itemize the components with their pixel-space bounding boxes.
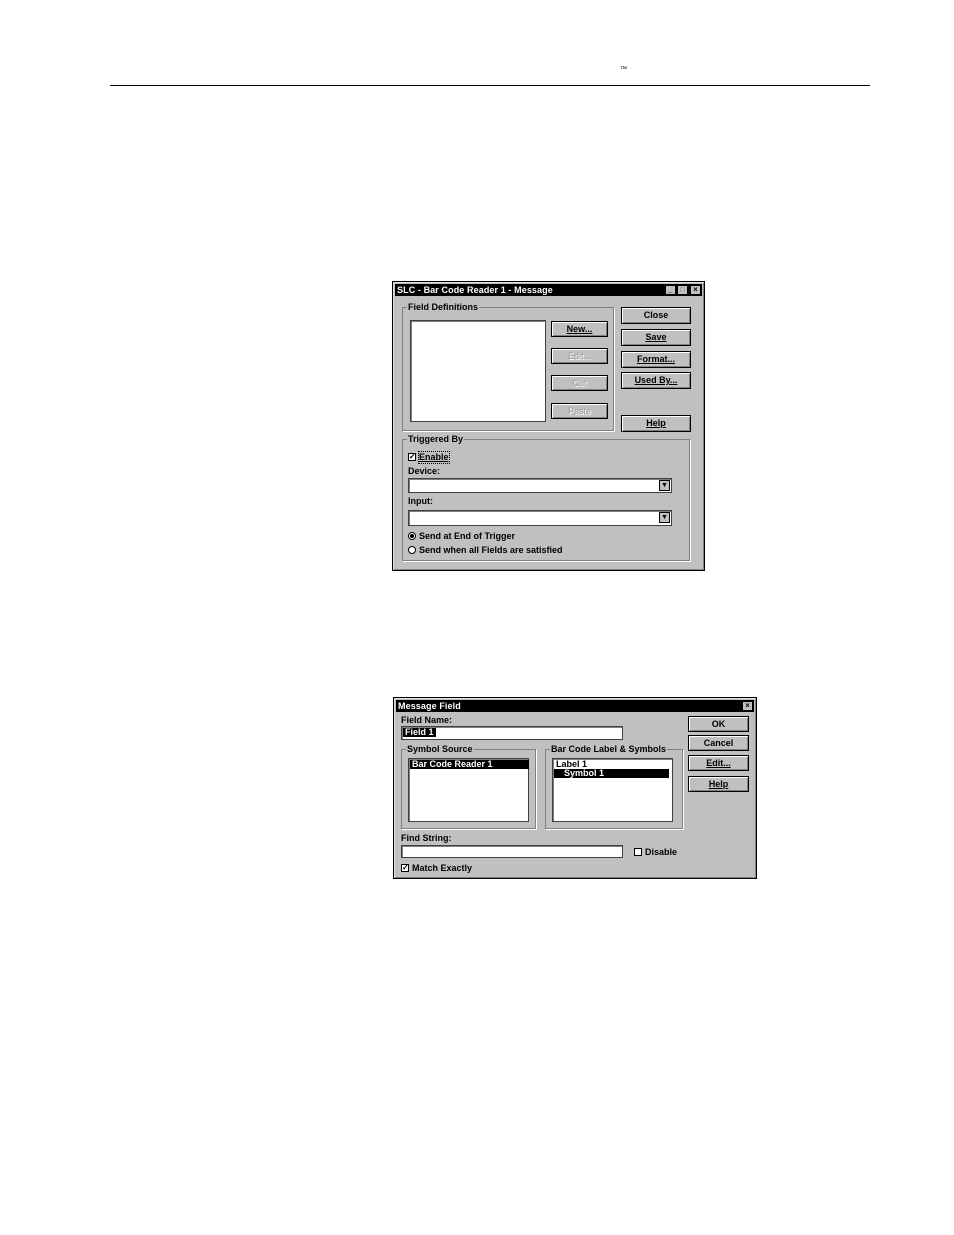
message-field-title: Message Field <box>398 701 461 711</box>
close-icon[interactable]: × <box>742 701 753 711</box>
enable-checkbox[interactable]: ✓ <box>408 453 416 461</box>
device-select[interactable]: ▼ <box>408 478 672 493</box>
symbol-source-group: Symbol Source Bar Code Reader 1 <box>401 743 536 829</box>
paste-button[interactable]: Paste <box>551 403 608 419</box>
field-definitions-group: Field Definitions New... Edit... Cut Pas… <box>402 301 614 431</box>
save-button[interactable]: Save <box>621 329 691 346</box>
close-icon[interactable]: × <box>690 285 701 295</box>
chevron-down-icon[interactable]: ▼ <box>659 480 670 491</box>
minimize-icon[interactable]: _ <box>665 285 676 295</box>
symbol-source-list[interactable]: Bar Code Reader 1 <box>408 758 529 822</box>
chevron-down-icon[interactable]: ▼ <box>659 512 670 523</box>
find-string-input[interactable] <box>401 845 623 858</box>
triggered-by-group: Triggered By ✓ Enable Device: ▼ Input: ▼… <box>402 433 690 561</box>
send-end-of-trigger-radio[interactable] <box>408 532 416 540</box>
match-exactly-checkbox[interactable]: ✓ <box>401 864 409 872</box>
field-definitions-label: Field Definitions <box>407 301 480 313</box>
message-dialog-titlebar: SLC - Bar Code Reader 1 - Message _ □ × <box>395 284 702 296</box>
ok-button[interactable]: OK <box>688 716 749 732</box>
input-label: Input: <box>408 496 433 506</box>
help-button[interactable]: Help <box>688 776 749 792</box>
disable-label: Disable <box>645 847 678 857</box>
used-by-button[interactable]: Used By... <box>621 372 691 389</box>
edit-button[interactable]: Edit... <box>551 348 608 364</box>
bar-code-label-title: Bar Code Label & Symbols <box>550 743 668 755</box>
field-name-value: Field 1 <box>403 727 436 737</box>
send-all-fields-radio[interactable] <box>408 546 416 554</box>
message-dialog-title: SLC - Bar Code Reader 1 - Message <box>397 285 553 295</box>
new-button[interactable]: New... <box>551 321 608 337</box>
help-button[interactable]: Help <box>621 415 691 432</box>
device-label: Device: <box>408 466 441 476</box>
message-dialog: SLC - Bar Code Reader 1 - Message _ □ × … <box>392 281 705 571</box>
field-name-label: Field Name: <box>401 715 453 725</box>
bar-code-label-group: Bar Code Label & Symbols Label 1 Symbol … <box>545 743 683 829</box>
close-button[interactable]: Close <box>621 307 691 324</box>
message-field-dialog: Message Field × Field Name: Field 1 Symb… <box>393 697 757 879</box>
send-all-fields-label: Send when all Fields are satisfied <box>419 545 563 555</box>
send-end-of-trigger-label: Send at End of Trigger <box>419 531 516 541</box>
disable-checkbox[interactable] <box>634 848 642 856</box>
bar-code-list[interactable]: Label 1 Symbol 1 <box>552 758 673 822</box>
triggered-by-label: Triggered By <box>407 433 465 445</box>
maximize-icon[interactable]: □ <box>677 285 688 295</box>
cancel-button[interactable]: Cancel <box>688 735 749 751</box>
list-item[interactable]: Bar Code Reader 1 <box>410 760 529 769</box>
input-select[interactable]: ▼ <box>408 510 672 526</box>
format-button[interactable]: Format... <box>621 351 691 368</box>
edit-button[interactable]: Edit... <box>688 755 749 771</box>
trademark-symbol: ™ <box>620 66 627 73</box>
match-exactly-label: Match Exactly <box>412 863 473 873</box>
field-definitions-list[interactable] <box>410 320 546 422</box>
header-rule <box>110 85 870 86</box>
message-field-titlebar: Message Field × <box>396 700 754 712</box>
cut-button[interactable]: Cut <box>551 375 608 391</box>
enable-label: Enable <box>418 451 450 464</box>
symbol-source-label: Symbol Source <box>406 743 474 755</box>
field-name-input[interactable]: Field 1 <box>401 726 623 740</box>
find-string-label: Find String: <box>401 833 452 843</box>
list-item[interactable]: Symbol 1 <box>554 769 669 778</box>
